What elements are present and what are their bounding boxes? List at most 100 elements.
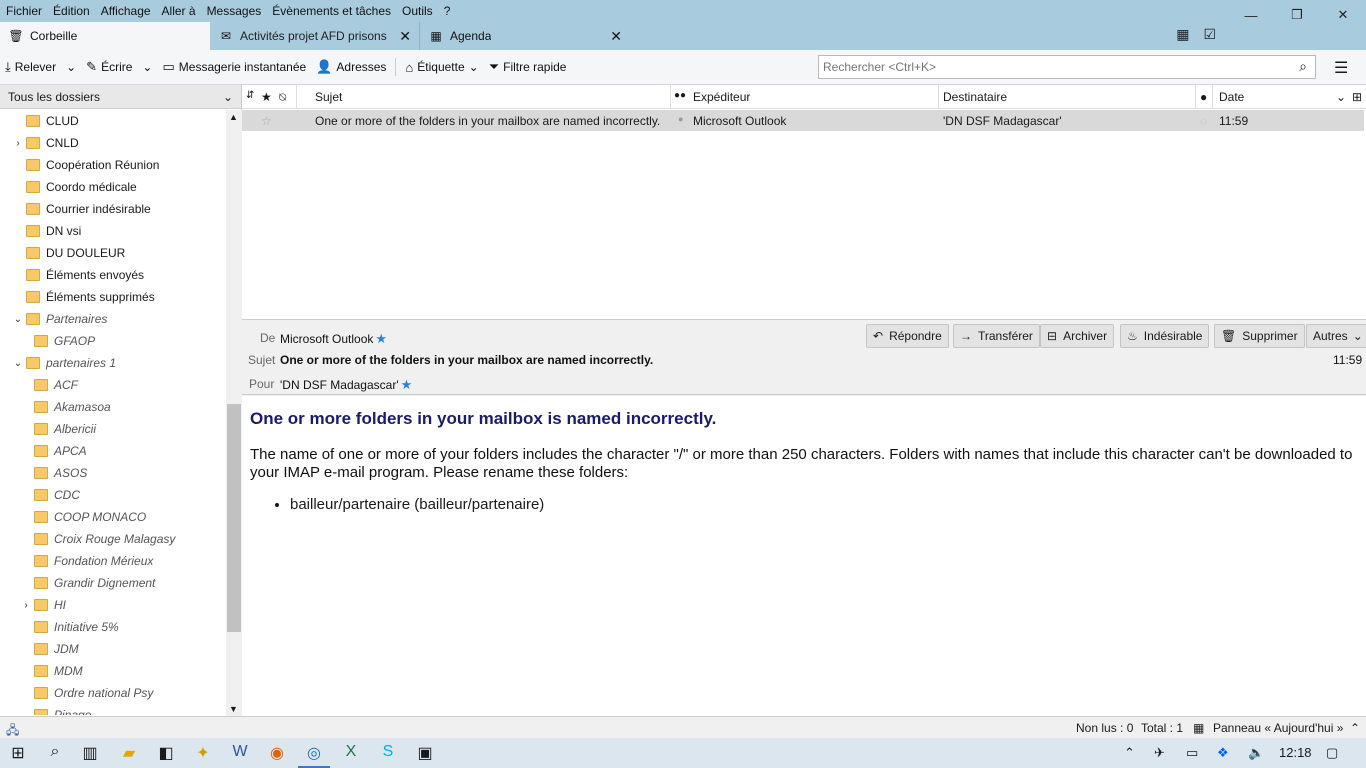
chevron-up-icon[interactable]: ⌃ xyxy=(1124,745,1135,761)
column-date[interactable]: Date xyxy=(1219,90,1244,104)
folder-item[interactable]: CLUD xyxy=(0,110,226,132)
forward-button[interactable]: → Transférer xyxy=(953,324,1040,348)
expand-icon[interactable]: › xyxy=(20,600,32,611)
folder-item[interactable]: Initiative 5% xyxy=(0,616,226,638)
chevron-up-icon[interactable]: ⌃ xyxy=(1350,721,1360,735)
junk-status-icon[interactable]: ◌ xyxy=(1200,114,1207,128)
folder-item[interactable]: GFAOP xyxy=(0,330,226,352)
app-icon[interactable]: ✦ xyxy=(192,743,214,763)
airplane-icon[interactable]: ✈ xyxy=(1154,745,1165,761)
scroll-up-icon[interactable]: ▲ xyxy=(229,112,238,122)
folder-item[interactable]: Courrier indésirable xyxy=(0,198,226,220)
column-picker-icon[interactable]: ⊞ xyxy=(1352,90,1362,104)
folder-item[interactable]: CDC xyxy=(0,484,226,506)
search-icon[interactable]: ⌕ xyxy=(1299,58,1307,75)
contact-star-icon[interactable]: ★ xyxy=(375,331,387,346)
folder-item[interactable]: Fondation Mérieux xyxy=(0,550,226,572)
folder-item[interactable]: › HI xyxy=(0,594,226,616)
write-dropdown[interactable]: ⌄ xyxy=(137,54,157,80)
message-row[interactable]: ☆ One or more of the folders in your mai… xyxy=(242,110,1364,131)
reply-button[interactable]: ↶ Répondre xyxy=(866,324,949,348)
file-explorer-icon[interactable]: ▰ xyxy=(118,743,140,763)
star-icon[interactable]: ☆ xyxy=(261,114,272,128)
junk-button[interactable]: ♨ Indésirable xyxy=(1120,324,1210,348)
chat-button[interactable]: ▭ Messagerie instantanée xyxy=(157,54,311,80)
attachment-column-icon[interactable]: ⍉ xyxy=(279,90,286,105)
folder-item[interactable]: DU DOULEUR xyxy=(0,242,226,264)
folder-item[interactable]: JDM xyxy=(0,638,226,660)
folder-item[interactable]: Coordo médicale xyxy=(0,176,226,198)
tasks-icon[interactable]: ☑ xyxy=(1203,26,1216,43)
folder-item[interactable]: ASOS xyxy=(0,462,226,484)
thunderbird-icon[interactable]: ◎ xyxy=(303,743,325,763)
today-pane-toggle[interactable]: Panneau « Aujourd'hui » xyxy=(1213,721,1343,735)
menu-messages[interactable]: Messages xyxy=(207,4,262,18)
menu-file[interactable]: Fichier xyxy=(6,4,42,18)
write-button[interactable]: ✎ Écrire xyxy=(81,54,137,80)
app-menu-icon[interactable]: ☰ xyxy=(1334,58,1348,78)
folder-item[interactable]: Croix Rouge Malagasy xyxy=(0,528,226,550)
calendar-icon[interactable]: ▦ xyxy=(1176,26,1189,43)
folder-item[interactable]: Coopération Réunion xyxy=(0,154,226,176)
column-subject[interactable]: Sujet xyxy=(315,90,342,104)
get-mail-dropdown[interactable]: ⌄ xyxy=(61,54,81,80)
skype-icon[interactable]: S xyxy=(377,743,399,761)
junk-column-icon[interactable]: ● xyxy=(1200,90,1207,104)
read-status-column-icon[interactable]: ●● xyxy=(674,90,686,101)
windows-start-icon[interactable]: ⊞ xyxy=(7,743,29,763)
menu-tools[interactable]: Outils xyxy=(402,4,433,18)
folder-view-selector[interactable]: Tous les dossiers ⌄ xyxy=(0,85,241,109)
column-recipient[interactable]: Destinataire xyxy=(943,90,1007,104)
clock-time[interactable]: 12:18 xyxy=(1279,745,1312,760)
scroll-down-icon[interactable]: ▼ xyxy=(229,704,238,714)
folder-item[interactable]: DN vsi xyxy=(0,220,226,242)
collapse-icon[interactable]: ⌄ xyxy=(12,358,24,369)
expand-icon[interactable]: › xyxy=(12,138,24,149)
close-tab-icon[interactable]: ✕ xyxy=(399,28,411,45)
star-column-icon[interactable]: ★ xyxy=(261,90,272,104)
folder-item[interactable]: Éléments supprimés xyxy=(0,286,226,308)
folder-item[interactable]: Akamasoa xyxy=(0,396,226,418)
folder-item[interactable]: Grandir Dignement xyxy=(0,572,226,594)
tag-button[interactable]: ⌂ Étiquette ⌄ xyxy=(400,54,483,80)
tab-agenda[interactable]: ▦ Agenda ✕ xyxy=(420,22,630,50)
folder-item[interactable]: › CNLD xyxy=(0,132,226,154)
menu-help[interactable]: ? xyxy=(444,4,451,18)
folder-item[interactable]: Éléments envoyés xyxy=(0,264,226,286)
notifications-icon[interactable]: ▢ xyxy=(1326,745,1338,761)
tab-trash[interactable]: 🗑 Corbeille xyxy=(0,22,210,50)
folder-item[interactable]: ACF xyxy=(0,374,226,396)
folder-item[interactable]: Pinage xyxy=(0,704,226,715)
more-button[interactable]: Autres ⌄ xyxy=(1306,324,1366,348)
search-icon[interactable]: ⌕ xyxy=(44,743,66,761)
firefox-icon[interactable]: ◉ xyxy=(266,743,288,763)
folder-item[interactable]: Ordre national Psy xyxy=(0,682,226,704)
word-icon[interactable]: W xyxy=(229,743,251,761)
excel-icon[interactable]: X xyxy=(340,743,362,761)
menu-edit[interactable]: Édition xyxy=(53,4,90,18)
tab-afd-project[interactable]: ✉ Activités projet AFD prisons ✕ xyxy=(210,22,420,50)
address-book-button[interactable]: 👤 Adresses xyxy=(311,54,391,80)
read-dot-icon[interactable]: ● xyxy=(678,114,683,124)
folder-item[interactable]: ⌄ Partenaires xyxy=(0,308,226,330)
store-icon[interactable]: ◧ xyxy=(155,743,177,763)
menu-view[interactable]: Affichage xyxy=(101,4,151,18)
menu-events[interactable]: Évènements et tâches xyxy=(272,4,391,18)
get-mail-button[interactable]: ⤓ Relever xyxy=(0,54,61,80)
from-value[interactable]: Microsoft Outlook ★ xyxy=(280,331,387,347)
app-icon[interactable]: ▣ xyxy=(414,743,436,763)
menu-go[interactable]: Aller à xyxy=(162,4,196,18)
chevron-down-icon[interactable]: ⌄ xyxy=(1336,90,1346,104)
close-tab-icon[interactable]: ✕ xyxy=(610,28,622,45)
today-pane-icon[interactable]: ▦ xyxy=(1193,721,1204,735)
archive-button[interactable]: ⊟ Archiver xyxy=(1040,324,1115,348)
folder-item[interactable]: APCA xyxy=(0,440,226,462)
folder-item[interactable]: Albericii xyxy=(0,418,226,440)
column-sender[interactable]: Expéditeur xyxy=(693,90,750,104)
folder-item[interactable]: MDM xyxy=(0,660,226,682)
collapse-icon[interactable]: ⌄ xyxy=(12,314,24,325)
contact-star-icon[interactable]: ★ xyxy=(401,377,413,392)
volume-icon[interactable]: 🔈 xyxy=(1248,745,1264,761)
battery-icon[interactable]: ▭ xyxy=(1186,745,1198,761)
scrollbar-thumb[interactable] xyxy=(227,404,241,632)
